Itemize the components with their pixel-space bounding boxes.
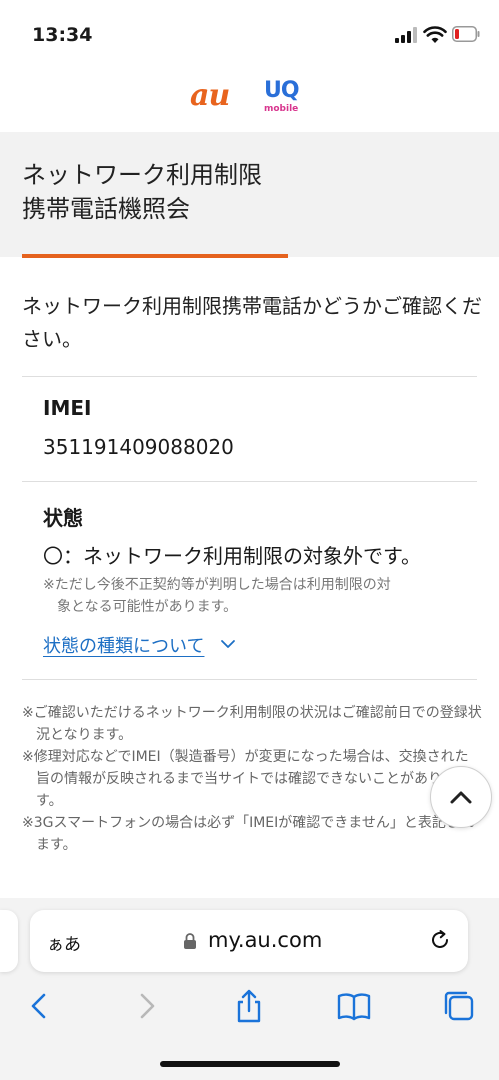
page-settings-button[interactable]: ぁあ xyxy=(47,930,81,955)
chevron-up-icon xyxy=(450,791,472,804)
brand-header: au UQ mobile xyxy=(0,70,499,132)
status-note: ※ただし今後不正契約等が判明した場合は利用制限の対 象となる可能性があります。 xyxy=(43,574,463,618)
uq-logo-text: UQ xyxy=(264,78,300,103)
status-bar: 13:34 xyxy=(0,0,499,70)
imei-value: 351191409088020 xyxy=(43,435,234,459)
footnote: ※ご確認いただけるネットワーク利用制限の状況はご確認前日での登録状況となります。 xyxy=(22,705,482,743)
url-text[interactable]: my.au.com xyxy=(208,928,322,952)
reload-icon[interactable] xyxy=(428,928,452,952)
footnotes: ※ご確認いただけるネットワーク利用制限の状況はご確認前日での登録状況となります。… xyxy=(22,702,482,856)
page-title: ネットワーク利用制限 携帯電話機照会 xyxy=(22,161,262,223)
browser-toolbar: ぁあ my.au.com xyxy=(0,898,499,1080)
status-types-link[interactable]: 状態の種類について xyxy=(43,632,204,658)
status-result: 〇：ネットワーク利用制限の対象外です。 xyxy=(43,544,421,568)
imei-label: IMEI xyxy=(43,396,92,420)
uq-mobile-logo[interactable]: UQ mobile xyxy=(262,78,306,118)
title-accent-underline xyxy=(22,254,288,258)
share-icon[interactable] xyxy=(231,988,267,1024)
chevron-down-icon[interactable] xyxy=(220,636,236,652)
lock-icon xyxy=(184,933,196,949)
address-bar[interactable]: ぁあ my.au.com xyxy=(30,910,468,972)
wifi-icon xyxy=(423,26,447,43)
status-time: 13:34 xyxy=(32,24,93,46)
cellular-signal-icon xyxy=(395,27,417,43)
home-indicator xyxy=(160,1061,340,1067)
au-logo[interactable]: au xyxy=(190,78,230,113)
previous-tab-edge[interactable] xyxy=(0,910,18,972)
status-note-line: 象となる可能性があります。 xyxy=(57,599,238,615)
battery-low-icon xyxy=(452,26,480,42)
bookmarks-icon[interactable] xyxy=(336,988,372,1024)
uq-logo-subtext: mobile xyxy=(264,104,299,114)
footnote: ※修理対応などでIMEI（製造番号）が変更になった場合は、交換された旨の情報が反… xyxy=(22,749,469,809)
status-note-line: ※ただし今後不正契約等が判明した場合は利用制限の対 xyxy=(43,577,391,593)
title-band: ネットワーク利用制限 携帯電話機照会 xyxy=(0,132,499,257)
tabs-icon[interactable] xyxy=(441,988,477,1024)
forward-icon[interactable] xyxy=(128,988,164,1024)
intro-text: ネットワーク利用制限携帯電話かどうかご確認ください。 xyxy=(22,294,482,351)
footnote: ※3Gスマートフォンの場合は必ず「IMEIが確認できません」と表記されます。 xyxy=(22,815,474,853)
status-label: 状態 xyxy=(43,506,83,530)
divider xyxy=(22,481,477,482)
divider xyxy=(22,376,477,377)
divider xyxy=(22,679,477,680)
back-icon[interactable] xyxy=(22,988,58,1024)
scroll-to-top-button[interactable] xyxy=(430,766,492,828)
